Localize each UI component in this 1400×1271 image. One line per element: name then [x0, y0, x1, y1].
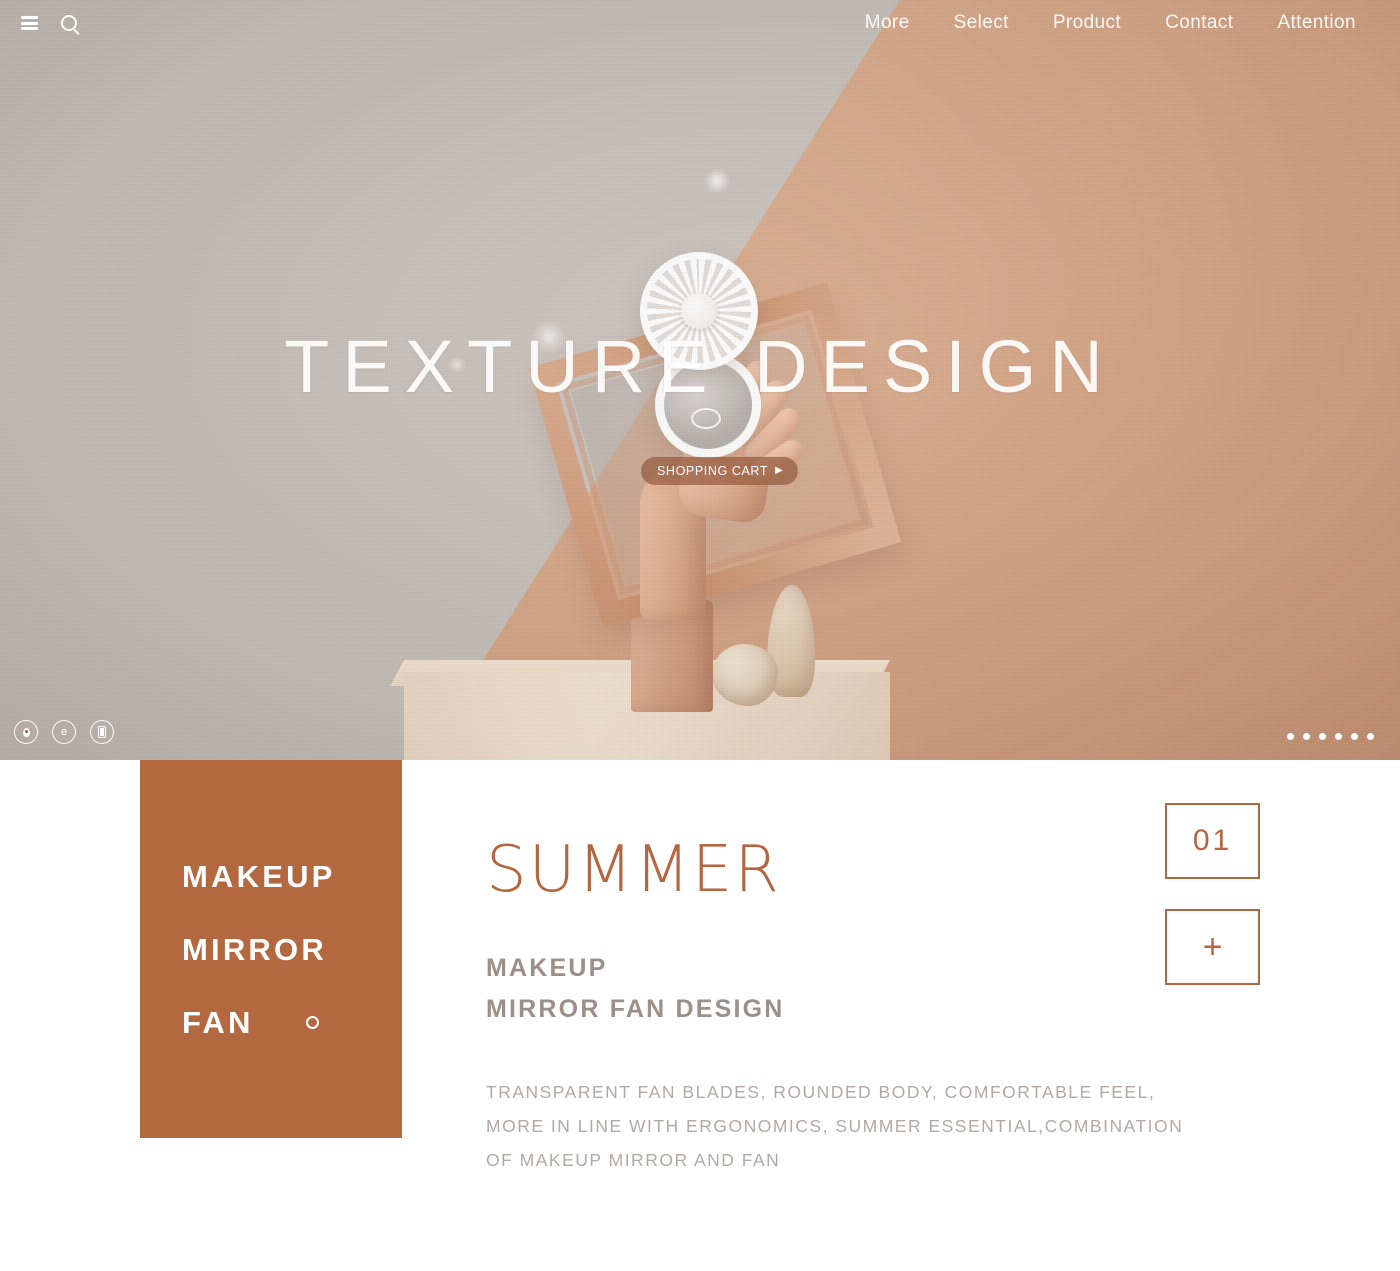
nav-item-attention[interactable]: Attention [1277, 12, 1356, 34]
circle-outline-icon [305, 1015, 319, 1029]
nav-item-product[interactable]: Product [1053, 12, 1121, 34]
carousel-dot[interactable] [1335, 733, 1342, 740]
carousel-pagination [1287, 733, 1374, 740]
nav-item-select[interactable]: Select [954, 12, 1009, 34]
bokeh-light [704, 168, 730, 194]
nav-item-more[interactable]: More [865, 12, 910, 34]
subtitle-line-2: MIRROR FAN DESIGN [486, 994, 785, 1023]
side-control-boxes: 01 + [1165, 803, 1260, 985]
carousel-dot[interactable] [1367, 733, 1374, 740]
shopping-cart-button[interactable]: SHOPPING CART ▶ [641, 457, 799, 485]
product-title: SUMMER [486, 833, 781, 907]
decorative-rock-round [712, 644, 778, 706]
product-copy: SUMMER MAKEUP MIRROR FAN DESIGN TRANSPAR… [486, 838, 1276, 1177]
top-navigation-bar: More Select Product Contact Attention [0, 0, 1400, 46]
product-description: TRANSPARENT FAN BLADES, ROUNDED BODY, CO… [486, 1075, 1276, 1177]
brand-line-mirror: MIRROR [182, 931, 327, 967]
subtitle-line-1: MAKEUP [486, 954, 608, 982]
carousel-dot[interactable] [1351, 733, 1358, 740]
carousel-dot[interactable] [1319, 733, 1326, 740]
description-line-3: OF MAKEUP MIRROR AND FAN [486, 1150, 781, 1171]
brand-line-makeup: MAKEUP [182, 858, 336, 894]
nav-item-contact[interactable]: Contact [1165, 12, 1233, 34]
product-subtitle: MAKEUP MIRROR FAN DESIGN [486, 948, 1276, 1029]
product-info-section: MAKEUP MIRROR FAN SUMMER MAKEUP MIRROR F… [0, 760, 1400, 1271]
social-icon-group: e [14, 720, 114, 744]
topbar-left-group [0, 12, 80, 34]
hero-headline: TEXTURE DESIGN [284, 325, 1116, 408]
brand-panel: MAKEUP MIRROR FAN [140, 760, 402, 1138]
search-icon[interactable] [58, 12, 80, 34]
hamburger-menu-icon[interactable] [18, 12, 40, 34]
brand-line-fan-row: FAN [182, 1007, 402, 1038]
phone-icon[interactable] [90, 720, 114, 744]
add-more-button[interactable]: + [1165, 909, 1260, 985]
page-root: TEXTURE DESIGN SHOPPING CART ▶ More Sele… [0, 0, 1400, 1271]
hero-banner: TEXTURE DESIGN SHOPPING CART ▶ More Sele… [0, 0, 1400, 760]
slide-index-box[interactable]: 01 [1165, 803, 1260, 879]
description-line-2: MORE IN LINE WITH ERGONOMICS, SUMMER ESS… [486, 1116, 1184, 1137]
description-line-1: TRANSPARENT FAN BLADES, ROUNDED BODY, CO… [486, 1082, 1156, 1102]
play-arrow-icon: ▶ [775, 465, 784, 476]
location-pin-icon[interactable] [14, 720, 38, 744]
globe-e-glyph: e [60, 725, 68, 738]
main-nav: More Select Product Contact Attention [865, 12, 1400, 34]
globe-e-icon[interactable]: e [52, 720, 76, 744]
carousel-dot[interactable] [1287, 733, 1294, 740]
carousel-dot[interactable] [1303, 733, 1310, 740]
shopping-cart-label: SHOPPING CART [657, 464, 769, 478]
brand-line-fan: FAN [182, 1004, 254, 1040]
